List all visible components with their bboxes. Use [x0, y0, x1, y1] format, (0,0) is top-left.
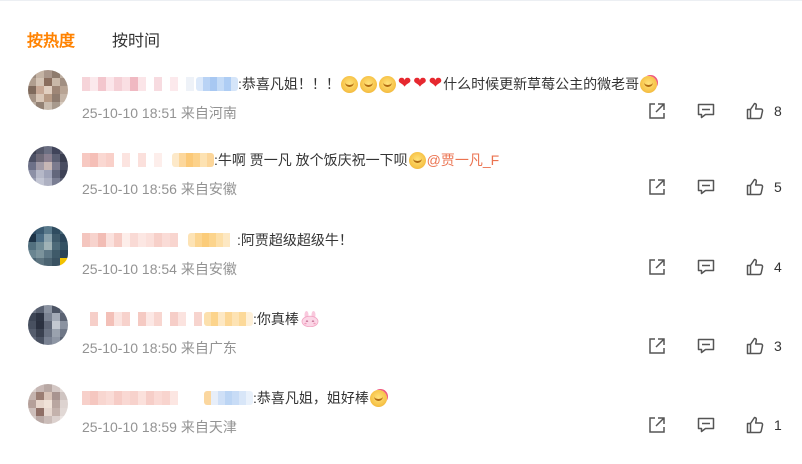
- share-button[interactable]: [647, 101, 667, 121]
- comment-line: :恭喜凡姐！！！ ❤ ❤ ❤ 什么时候更新草莓公主的微老哥: [82, 72, 658, 96]
- username-blurred[interactable]: [82, 233, 186, 247]
- reply-button[interactable]: [696, 101, 716, 121]
- user-badge: [188, 233, 237, 247]
- thumbs-up-icon: [746, 416, 764, 434]
- comment-icon: [697, 103, 715, 119]
- comment-item: :阿贾超级超级牛！ 25-10-10 18:54 来自安徽 4: [0, 226, 802, 306]
- comment-text: :恭喜凡姐，姐好棒: [253, 390, 369, 406]
- share-button[interactable]: [647, 336, 667, 356]
- thumbs-up-icon: [746, 178, 764, 196]
- comment-text-continued: 什么时候更新草莓公主的微老哥: [443, 76, 640, 92]
- tab-hot[interactable]: 按热度: [27, 27, 75, 51]
- reply-button[interactable]: [696, 415, 716, 435]
- comment-meta: 25-10-10 18:51 来自河南: [82, 105, 237, 121]
- comment-actions: 5: [647, 176, 782, 198]
- sort-tabs: 按热度 按时间: [27, 27, 160, 51]
- share-button[interactable]: [647, 177, 667, 197]
- avatar[interactable]: [28, 146, 68, 186]
- username-blurred[interactable]: [90, 312, 202, 326]
- top-divider: [0, 0, 802, 1]
- like-button[interactable]: 5: [745, 177, 782, 197]
- reply-button[interactable]: [696, 177, 716, 197]
- comment-line: :阿贾超级超级牛！: [82, 228, 353, 252]
- share-icon: [649, 417, 665, 433]
- face-emoji-icon: [340, 75, 358, 93]
- comment-text: :牛啊 贾一凡 放个饭庆祝一下呗: [214, 152, 408, 168]
- comment-item: :牛啊 贾一凡 放个饭庆祝一下呗 @贾一凡_F 25-10-10 18:56 来…: [0, 146, 802, 226]
- comment-line: :牛啊 贾一凡 放个饭庆祝一下呗 @贾一凡_F: [82, 148, 499, 172]
- share-icon: [649, 338, 665, 354]
- comment-meta: 25-10-10 18:56 来自安徽: [82, 181, 237, 197]
- share-button[interactable]: [647, 257, 667, 277]
- user-badge: [204, 391, 253, 405]
- thumbs-up-icon: [746, 258, 764, 276]
- like-button[interactable]: 3: [745, 336, 782, 356]
- comment-text: :你真棒: [253, 311, 299, 327]
- share-icon: [649, 179, 665, 195]
- comment-icon: [697, 179, 715, 195]
- avatar[interactable]: [28, 226, 68, 266]
- like-count: 5: [774, 179, 782, 195]
- username-blurred[interactable]: [82, 153, 170, 167]
- share-icon: [649, 259, 665, 275]
- face-emoji-icon: [359, 75, 377, 93]
- comment-actions: 1: [647, 414, 782, 436]
- like-count: 3: [774, 338, 782, 354]
- comment-actions: 4: [647, 256, 782, 278]
- avatar[interactable]: [28, 305, 68, 345]
- comment-actions: 8: [647, 100, 782, 122]
- share-button[interactable]: [647, 415, 667, 435]
- comment-actions: 3: [647, 335, 782, 357]
- heart-icon: ❤: [397, 75, 412, 92]
- comment-text: :恭喜凡姐！！！: [238, 76, 340, 92]
- thumbs-up-icon: [746, 102, 764, 120]
- username-blurred[interactable]: [82, 77, 194, 91]
- avatar[interactable]: [28, 384, 68, 424]
- avatar[interactable]: [28, 70, 68, 110]
- comment-item: :恭喜凡姐，姐好棒 25-10-10 18:59 来自天津 1: [0, 384, 802, 464]
- face-emoji-icon: [408, 151, 426, 169]
- username-blurred[interactable]: [82, 391, 202, 405]
- comment-text: :阿贾超级超级牛！: [237, 232, 353, 248]
- comment-meta: 25-10-10 18:54 来自安徽: [82, 261, 237, 277]
- user-badge: [196, 77, 238, 91]
- comment-meta: 25-10-10 18:50 来自广东: [82, 340, 237, 356]
- heart-icon: ❤: [428, 75, 443, 92]
- like-button[interactable]: 4: [745, 257, 782, 277]
- comment-meta: 25-10-10 18:59 来自天津: [82, 419, 237, 435]
- like-count: 8: [774, 103, 782, 119]
- comment-item: :你真棒 25-10-10 18:50 来自广东 3: [0, 305, 802, 385]
- thumbs-up-icon: [746, 337, 764, 355]
- user-badge: [204, 312, 253, 326]
- comment-item: :恭喜凡姐！！！ ❤ ❤ ❤ 什么时候更新草莓公主的微老哥 25-10-10 1…: [0, 70, 802, 150]
- comment-line: :恭喜凡姐，姐好棒: [82, 386, 388, 410]
- share-icon: [649, 103, 665, 119]
- user-badge: [172, 153, 214, 167]
- mention-link[interactable]: @贾一凡_F: [427, 150, 500, 170]
- party-emoji-icon: [640, 75, 658, 93]
- party-emoji-icon: [369, 389, 387, 407]
- face-emoji-icon: [378, 75, 396, 93]
- comment-icon: [697, 338, 715, 354]
- comment-line: :你真棒: [82, 307, 319, 331]
- bunny-emoji-icon: [301, 311, 319, 327]
- heart-icon: ❤: [413, 75, 427, 92]
- like-button[interactable]: 8: [745, 101, 782, 121]
- like-button[interactable]: 1: [745, 415, 782, 435]
- tab-time[interactable]: 按时间: [112, 27, 160, 51]
- comment-icon: [697, 259, 715, 275]
- comment-icon: [697, 417, 715, 433]
- reply-button[interactable]: [696, 257, 716, 277]
- reply-button[interactable]: [696, 336, 716, 356]
- like-count: 1: [774, 417, 782, 433]
- like-count: 4: [774, 259, 782, 275]
